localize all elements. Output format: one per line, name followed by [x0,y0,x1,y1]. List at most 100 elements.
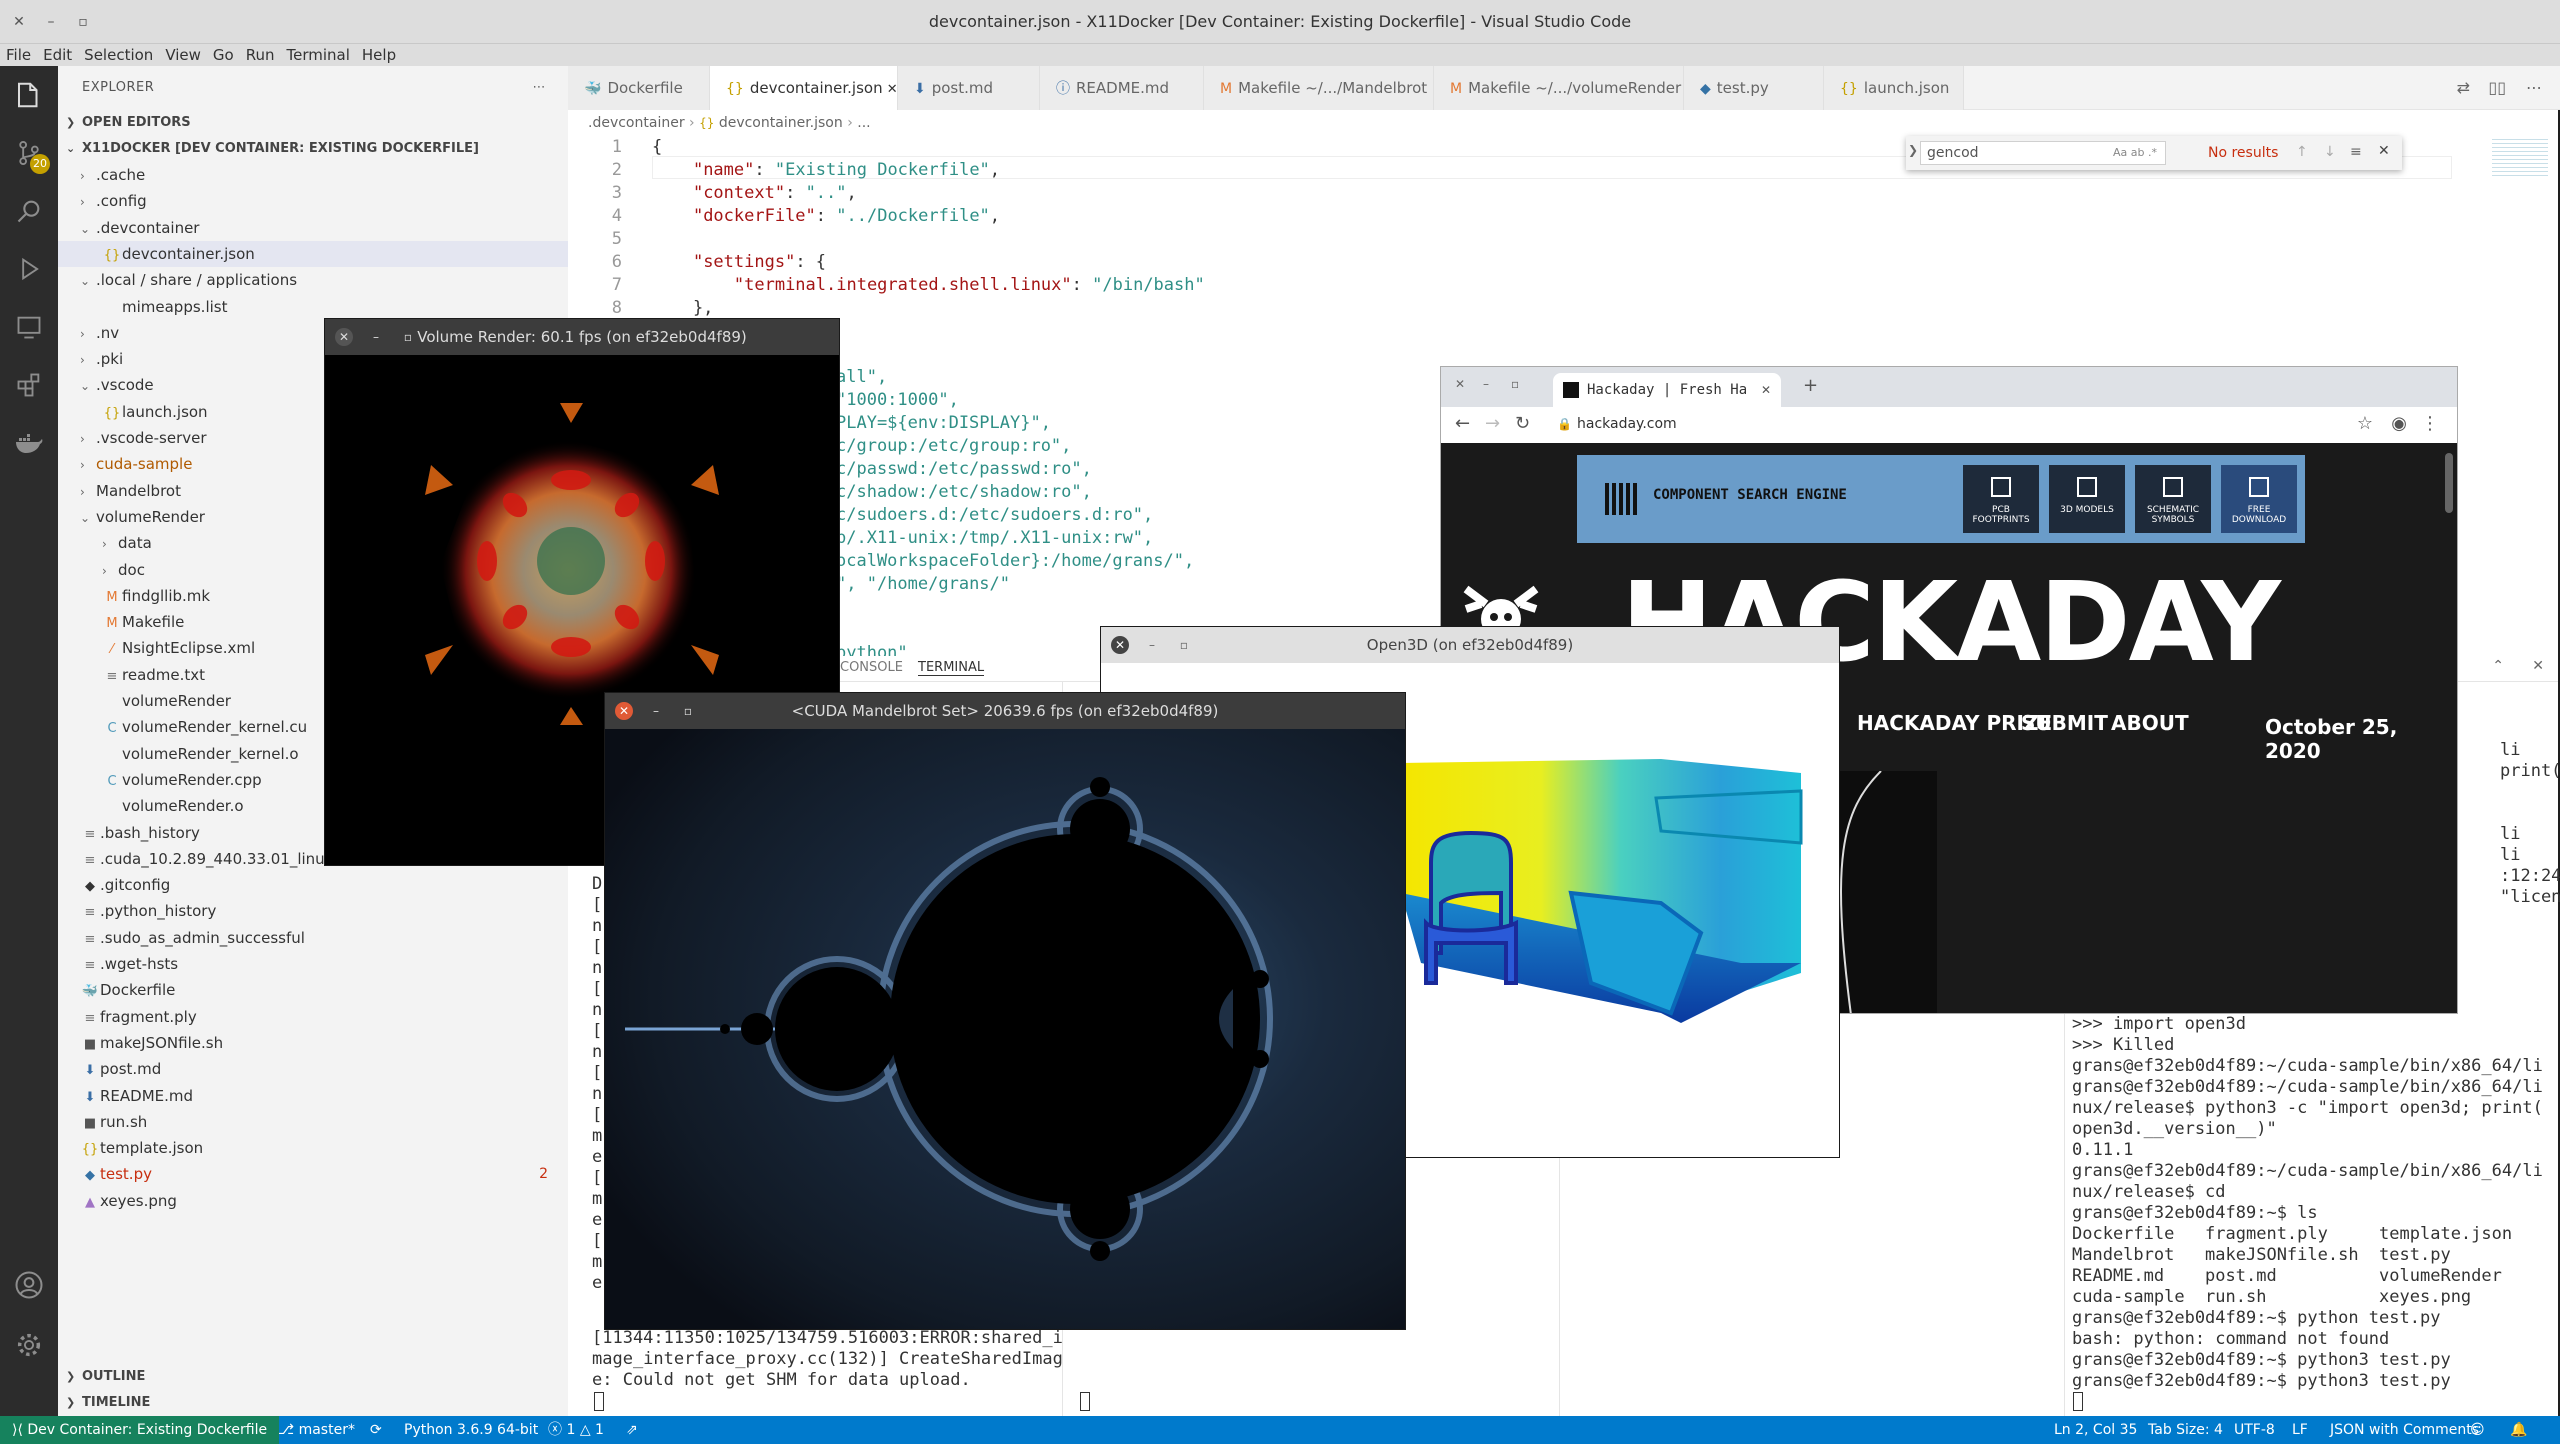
volume-maximize-icon[interactable]: ▫ [399,328,417,346]
breadcrumb-symbol[interactable]: ... [857,115,870,131]
tab-1[interactable]: {} devcontainer.json ✕ [710,66,898,110]
browser-menu-icon[interactable]: ⋮ [2421,413,2439,434]
outline-section[interactable]: ❯ OUTLINE [58,1364,568,1390]
find-input[interactable]: gencod Aa ab .* [1920,141,2166,165]
browser-scrollbar[interactable] [2445,453,2453,513]
more-actions-icon[interactable]: ⋯ [533,66,547,110]
close-find-icon[interactable]: ✕ [2378,143,2390,159]
close-tab-icon[interactable]: ✕ [883,82,897,97]
browser-tab-close-icon[interactable]: ✕ [1761,373,1771,407]
file-item[interactable]: {} devcontainer.json [58,240,568,267]
open3d-maximize-icon[interactable]: ▫ [1175,636,1193,654]
banner-button[interactable]: 3D MODELS [2049,465,2125,533]
open-editors-section[interactable]: ❯ OPEN EDITORS [58,110,568,136]
file-item[interactable]: ⬇ README.md [58,1083,568,1109]
live-share-icon[interactable]: ⇗ [626,1416,638,1444]
accounts-icon[interactable] [0,1256,58,1314]
problems-item[interactable]: ⓧ 1 △ 1 [548,1416,604,1444]
timeline-section[interactable]: ❯ TIMELINE [58,1390,568,1416]
remote-indicator[interactable]: ⟩⟨ Dev Container: Existing Dockerfile [0,1416,280,1444]
explorer-icon[interactable] [0,66,58,124]
tab-size[interactable]: Tab Size: 4 [2148,1416,2223,1444]
breadcrumb-folder[interactable]: .devcontainer [588,115,685,131]
previous-match-icon[interactable]: ↑ [2296,144,2308,160]
menu-help[interactable]: Help [356,44,402,66]
language-mode[interactable]: JSON with Comments [2330,1416,2479,1444]
minimap[interactable] [2492,136,2548,176]
mandelbrot-close-icon[interactable]: ✕ [615,702,633,720]
menu-view[interactable]: View [159,44,207,66]
banner-button[interactable]: SCHEMATIC SYMBOLS [2135,465,2211,533]
tab-0[interactable]: 🐳 Dockerfile [568,66,710,110]
extensions-icon[interactable] [0,356,58,414]
sync-icon[interactable]: ⟳ [370,1416,382,1444]
banner-button[interactable]: FREE DOWNLOAD [2221,465,2297,533]
menu-file[interactable]: File [0,44,37,66]
menu-go[interactable]: Go [207,44,240,66]
profile-icon[interactable]: ◉ [2391,413,2407,434]
file-item[interactable]: ≡ fragment.ply [58,1004,568,1030]
file-item[interactable]: ◆ test.py 2 [58,1161,568,1187]
new-tab-icon[interactable]: + [1803,375,1818,396]
source-control-icon[interactable] [0,124,58,182]
mandelbrot-minimize-icon[interactable]: – [647,702,665,720]
encoding[interactable]: UTF-8 [2234,1416,2275,1444]
run-debug-icon[interactable] [0,240,58,298]
browser-close-icon[interactable]: ✕ [1455,377,1465,391]
maximize-panel-icon[interactable]: ⌃ [2492,658,2504,674]
close-panel-icon[interactable]: ✕ [2532,658,2544,674]
line-ending[interactable]: LF [2292,1416,2308,1444]
browser-maximize-icon[interactable]: ▫ [1511,377,1519,391]
file-item[interactable]: ≡ .sudo_as_admin_successful [58,925,568,951]
branch-item[interactable]: ⎇ master* [278,1416,355,1444]
menu-run[interactable]: Run [240,44,281,66]
tab-debug-console[interactable]: CONSOLE [840,660,903,675]
file-item[interactable]: mimeapps.list [58,294,568,320]
search-icon[interactable] [0,182,58,240]
file-item[interactable]: ◆ .gitconfig [58,872,568,898]
browser-tab[interactable]: Hackaday | Fresh Ha ✕ [1553,373,1781,407]
back-icon[interactable]: ← [1455,413,1470,434]
volume-minimize-icon[interactable]: – [367,328,385,346]
folder-item[interactable]: › .cache [58,162,568,188]
folder-item[interactable]: › .config [58,188,568,214]
mandelbrot-maximize-icon[interactable]: ▫ [679,702,697,720]
breadcrumb-file[interactable]: devcontainer.json [719,115,843,131]
notifications-icon[interactable]: 🔔 [2510,1416,2527,1444]
tab-terminal[interactable]: TERMINAL [918,660,985,676]
file-item[interactable]: ⬇ post.md [58,1056,568,1082]
browser-minimize-icon[interactable]: – [1483,377,1489,391]
banner-button[interactable]: PCB FOOTPRINTS [1963,465,2039,533]
forward-icon[interactable]: → [1485,413,1500,434]
file-item[interactable]: ■ makeJSONfile.sh [58,1030,568,1056]
folder-item[interactable]: ⌄ .local / share / applications [58,267,568,293]
file-item[interactable]: ≡ .python_history [58,898,568,924]
editor-more-icon[interactable]: ⋯ [2526,78,2542,97]
nav-link[interactable]: SUBMIT [2021,711,2108,735]
volume-close-icon[interactable]: ✕ [335,328,353,346]
toggle-replace-icon[interactable]: ❯ [1908,143,1918,157]
menu-selection[interactable]: Selection [78,44,159,66]
menu-terminal[interactable]: Terminal [281,44,356,66]
remote-explorer-icon[interactable] [0,298,58,356]
file-item[interactable]: ■ run.sh [58,1109,568,1135]
workspace-root[interactable]: ⌄ X11DOCKER [DEV CONTAINER: EXISTING DOCK… [58,136,568,162]
feedback-icon[interactable]: ☺ [2470,1416,2485,1444]
python-interpreter[interactable]: Python 3.6.9 64-bit [404,1416,538,1444]
tab-4[interactable]: M Makefile ~/.../Mandelbrot [1204,66,1434,110]
find-in-selection-icon[interactable]: ≡ [2350,144,2362,160]
address-bar[interactable]: hackaday.com [1577,416,1677,432]
folder-item[interactable]: ⌄ .devcontainer [58,215,568,241]
file-item[interactable]: {} template.json [58,1135,568,1161]
tab-2[interactable]: ⬇ post.md [898,66,1040,110]
menu-edit[interactable]: Edit [37,44,78,66]
bookmark-star-icon[interactable]: ☆ [2357,413,2373,434]
reload-icon[interactable]: ↻ [1515,413,1530,434]
split-editor-icon[interactable]: ▯▯ [2488,78,2506,97]
docker-icon[interactable] [0,414,58,472]
next-match-icon[interactable]: ↓ [2324,144,2336,160]
file-item[interactable]: 🐳 Dockerfile [58,977,568,1003]
tab-3[interactable]: ⓘ README.md [1040,66,1204,110]
open3d-minimize-icon[interactable]: – [1143,636,1161,654]
gear-icon[interactable] [0,1316,58,1374]
